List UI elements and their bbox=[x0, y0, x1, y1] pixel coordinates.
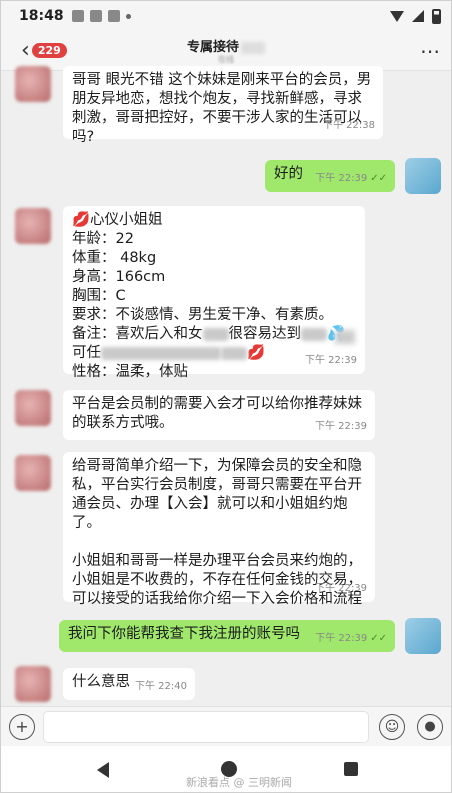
profile-height: 身高：166cm bbox=[72, 269, 166, 285]
profile-weight: 体重： 48kg bbox=[72, 250, 157, 266]
chat-title-text: 专属接待 bbox=[186, 40, 239, 55]
profile-age: 年龄：22 bbox=[72, 231, 134, 247]
message-time: 下午 22:39 ✓✓ bbox=[315, 169, 387, 188]
wifi-icon bbox=[390, 10, 404, 22]
nav-back-icon[interactable] bbox=[97, 762, 109, 778]
back-arrow-icon[interactable]: ‹ bbox=[21, 39, 30, 62]
emoji-icon[interactable]: ☺ bbox=[379, 713, 405, 740]
contact-avatar[interactable] bbox=[15, 390, 51, 426]
message-time-text: 下午 22:39 bbox=[315, 173, 368, 184]
app-notification-icon bbox=[89, 10, 102, 22]
message-bubble-outgoing[interactable]: 好的 下午 22:39 ✓✓ bbox=[265, 160, 395, 192]
voice-mic-icon[interactable]: ● bbox=[417, 713, 443, 740]
add-plus-icon[interactable]: + bbox=[9, 713, 35, 740]
contact-avatar[interactable] bbox=[15, 455, 51, 491]
more-notifications-icon bbox=[125, 13, 131, 19]
status-bar: 18:48 bbox=[1, 1, 451, 31]
signal-icon bbox=[412, 10, 424, 22]
redacted-text bbox=[301, 327, 327, 341]
self-avatar[interactable] bbox=[405, 618, 441, 654]
message-time: 下午 22:40 bbox=[135, 681, 187, 692]
profile-note: 备注：喜欢后入和女很容易达到💦 bbox=[72, 325, 356, 344]
chat-header: ‹ 229 专属接待 在线 ⋯ bbox=[1, 31, 451, 71]
profile-note-part: 可任 bbox=[72, 345, 101, 361]
contact-avatar[interactable] bbox=[15, 208, 51, 244]
phone-screen: 18:48 ‹ 229 专属接待 在线 ⋯ 哥哥 眼光不错 这个妹妹是刚来平台的… bbox=[0, 0, 452, 793]
self-avatar[interactable] bbox=[405, 158, 441, 194]
message-time: 下午 22:39 bbox=[315, 583, 367, 594]
message-time: 下午 22:39 bbox=[315, 421, 367, 432]
redacted-text bbox=[101, 346, 221, 360]
input-bar: + ☺ ● bbox=[1, 706, 451, 746]
more-options-icon[interactable]: ⋯ bbox=[420, 39, 441, 63]
system-nav-bar: 新浪看点 @ 三明新闻 bbox=[1, 746, 451, 792]
redacted-mark bbox=[241, 41, 265, 54]
notification-icons bbox=[71, 10, 131, 22]
profile-note-part: 💋 bbox=[247, 345, 266, 361]
message-bubble-outgoing[interactable]: 我问下你能帮我查下我注册的账号吗 下午 22:39 ✓✓ bbox=[59, 620, 395, 652]
chat-subtitle: 在线 bbox=[218, 55, 234, 64]
message-bubble-incoming[interactable]: 哥哥 眼光不错 这个妹妹是刚来平台的会员，男 朋友异地恋，想找个炮友，寻找新鲜感… bbox=[63, 66, 383, 145]
message-bubble-incoming[interactable]: 💋心仪小姐姐 年龄：22 体重： 48kg 身高：166cm 胸围：C 要求：不… bbox=[63, 206, 365, 380]
unread-count-badge[interactable]: 229 bbox=[31, 43, 67, 58]
message-time: 下午 22:39 bbox=[305, 355, 357, 366]
nav-recent-apps-icon[interactable] bbox=[344, 762, 358, 776]
profile-note-part: 备注：喜欢后入和女 bbox=[72, 326, 203, 342]
message-bubble-incoming[interactable]: 平台是会员制的需要入会才可以给你推荐妹妹 的联系方式哦。 下午 22:39 bbox=[63, 390, 375, 440]
read-check-icon: ✓✓ bbox=[370, 173, 387, 184]
profile-chest: 胸围：C bbox=[72, 288, 126, 304]
redacted-text bbox=[221, 346, 247, 360]
message-time: 下午 22:39 ✓✓ bbox=[315, 629, 387, 648]
message-bubble-incoming[interactable]: 给哥哥简单介绍一下，为保障会员的安全和隐 私，平台实行会员制度，哥哥只需要在平台… bbox=[63, 452, 375, 607]
message-time: 下午 22:38 bbox=[323, 120, 375, 131]
app-notification-icon bbox=[71, 10, 84, 22]
contact-avatar[interactable] bbox=[15, 66, 51, 102]
battery-icon bbox=[432, 8, 441, 24]
message-list[interactable]: 哥哥 眼光不错 这个妹妹是刚来平台的会员，男 朋友异地恋，想找个炮友，寻找新鲜感… bbox=[1, 66, 451, 706]
redacted-text bbox=[202, 327, 229, 341]
contact-avatar[interactable] bbox=[15, 666, 51, 702]
chat-title: 专属接待 bbox=[1, 36, 451, 55]
read-check-icon: ✓✓ bbox=[370, 633, 387, 644]
app-notification-icon bbox=[107, 10, 120, 22]
profile-note-part: 很容易达到 bbox=[228, 326, 302, 342]
message-bubble-incoming[interactable]: 什么意思 下午 22:40 bbox=[63, 668, 195, 700]
status-time: 18:48 bbox=[19, 8, 64, 24]
profile-requirement: 要求：不谈感情、男生爱干净、有素质。 bbox=[72, 307, 333, 323]
watermark-text: 新浪看点 @ 三明新闻 bbox=[186, 776, 292, 789]
message-time-text: 下午 22:39 bbox=[315, 633, 368, 644]
message-text: 哥哥 眼光不错 这个妹妹是刚来平台的会员，男 朋友异地恋，想找个炮友，寻找新鲜感… bbox=[72, 72, 372, 145]
message-input[interactable] bbox=[43, 710, 369, 743]
redacted-blur bbox=[335, 330, 355, 344]
profile-name: 💋心仪小姐姐 bbox=[72, 212, 163, 228]
